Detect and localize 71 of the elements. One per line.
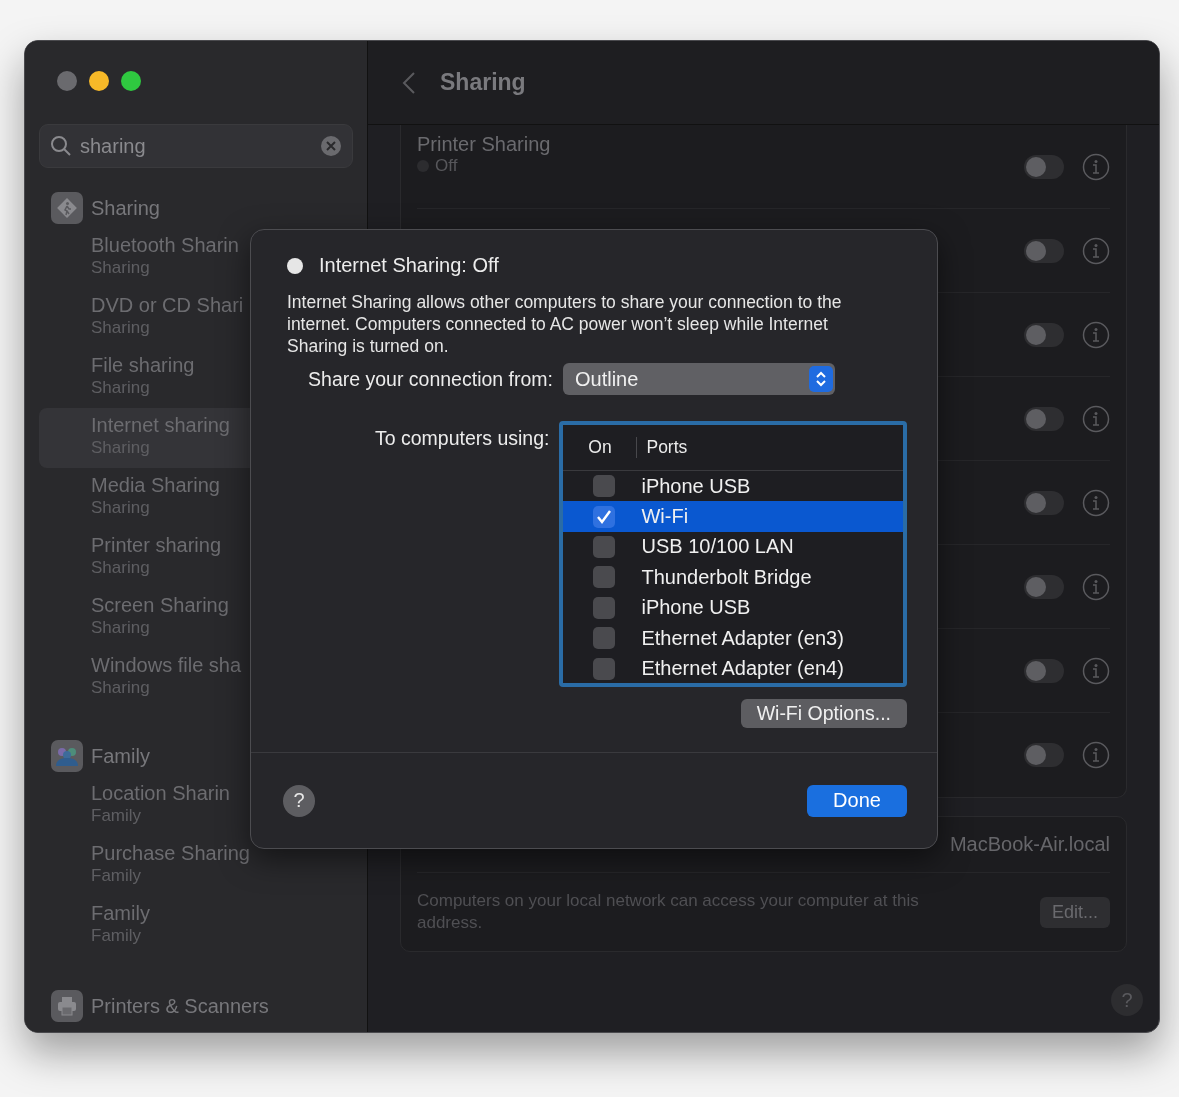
checkbox[interactable] <box>593 627 616 650</box>
sharing-icon <box>51 192 83 224</box>
zoom-button[interactable] <box>121 71 141 91</box>
port-row[interactable]: iPhone USB <box>563 471 903 502</box>
item-title: Internet sharing <box>91 414 230 437</box>
checkbox[interactable] <box>593 475 616 498</box>
info-icon[interactable] <box>1082 152 1110 181</box>
toggle-switch[interactable] <box>1024 406 1064 431</box>
toggle-switch[interactable] <box>1024 658 1064 683</box>
port-row[interactable]: USB 10/100 LAN <box>563 531 903 563</box>
checkbox[interactable] <box>593 596 616 619</box>
toggle-switch[interactable] <box>1024 574 1064 599</box>
column-header: Ports <box>645 437 688 458</box>
minimize-button[interactable] <box>89 71 109 91</box>
page-title: Sharing <box>440 69 526 96</box>
info-icon[interactable] <box>1082 741 1110 769</box>
service-status: Off <box>435 156 458 176</box>
help-button[interactable]: ? <box>1111 984 1143 1016</box>
checkbox[interactable] <box>593 505 616 528</box>
toggle-switch[interactable] <box>1024 238 1064 263</box>
toggle-switch[interactable] <box>1024 322 1064 347</box>
checkbox[interactable] <box>593 566 616 589</box>
toggle-switch[interactable] <box>1024 154 1064 179</box>
item-title: DVD or CD Shari <box>91 294 244 317</box>
done-button[interactable]: Done <box>807 784 907 817</box>
column-header: On <box>563 437 638 458</box>
item-title: Bluetooth Sharin <box>91 234 239 257</box>
stepper-icon <box>815 370 827 388</box>
item-title: File sharing <box>91 354 195 377</box>
port-row[interactable]: Thunderbolt Bridge <box>563 562 903 593</box>
dialog-title: Internet Sharing: Off <box>319 254 499 277</box>
info-icon[interactable] <box>1082 656 1110 685</box>
wifi-options-button[interactable]: Wi-Fi Options... <box>740 699 907 728</box>
port-row[interactable]: Ethernet Adapter (en3) <box>563 622 903 654</box>
info-icon[interactable] <box>1082 572 1110 601</box>
search-icon <box>50 135 72 157</box>
item-title: Purchase Sharing <box>91 842 250 865</box>
form-label: Share your connection from: <box>307 367 553 391</box>
item-title: Media Sharing <box>91 474 220 497</box>
help-button[interactable]: ? <box>283 784 315 817</box>
form-label: To computers using: <box>373 427 550 450</box>
dialog-description: Internet Sharing allows other computers to share your connection to the internet. Computers connected to AC power won’t sleep while Internet Sharing is turned on. <box>287 291 843 357</box>
info-icon[interactable] <box>1082 404 1110 433</box>
info-icon[interactable] <box>1082 488 1110 517</box>
printer-icon <box>51 990 83 1022</box>
hostname: MacBook-Air.local <box>949 833 1110 856</box>
item-title: Family <box>91 902 150 925</box>
item-title: Windows file sha <box>91 654 242 677</box>
service-title: Printer Sharing <box>417 133 552 156</box>
info-icon[interactable] <box>1082 236 1110 265</box>
toggle-switch[interactable] <box>1024 490 1064 515</box>
port-row[interactable]: Ethernet Adapter (en4) <box>563 653 903 683</box>
checkbox[interactable] <box>593 657 616 680</box>
checkbox[interactable] <box>593 535 616 558</box>
toggle-switch[interactable] <box>1024 743 1064 767</box>
close-button[interactable] <box>57 71 77 91</box>
port-row[interactable]: iPhone USB <box>563 592 903 623</box>
item-title: Printer sharing <box>91 534 222 557</box>
port-row[interactable]: Wi-Fi <box>563 501 903 532</box>
people-icon <box>51 740 83 772</box>
connection-popup[interactable]: Outline <box>563 363 835 395</box>
sidebar-group-title[interactable]: Printers & Scanners <box>91 994 269 1018</box>
search-field[interactable]: sharing <box>39 124 353 168</box>
clear-icon[interactable] <box>320 135 342 157</box>
sidebar-group-title[interactable]: Sharing <box>91 196 160 220</box>
item-title: Screen Sharing <box>91 594 229 617</box>
item-title: Location Sharin <box>91 782 230 805</box>
edit-button[interactable]: Edit... <box>1039 896 1110 928</box>
info-icon[interactable] <box>1082 320 1110 349</box>
back-icon[interactable] <box>402 70 416 95</box>
sidebar-group-title[interactable]: Family <box>91 744 150 768</box>
